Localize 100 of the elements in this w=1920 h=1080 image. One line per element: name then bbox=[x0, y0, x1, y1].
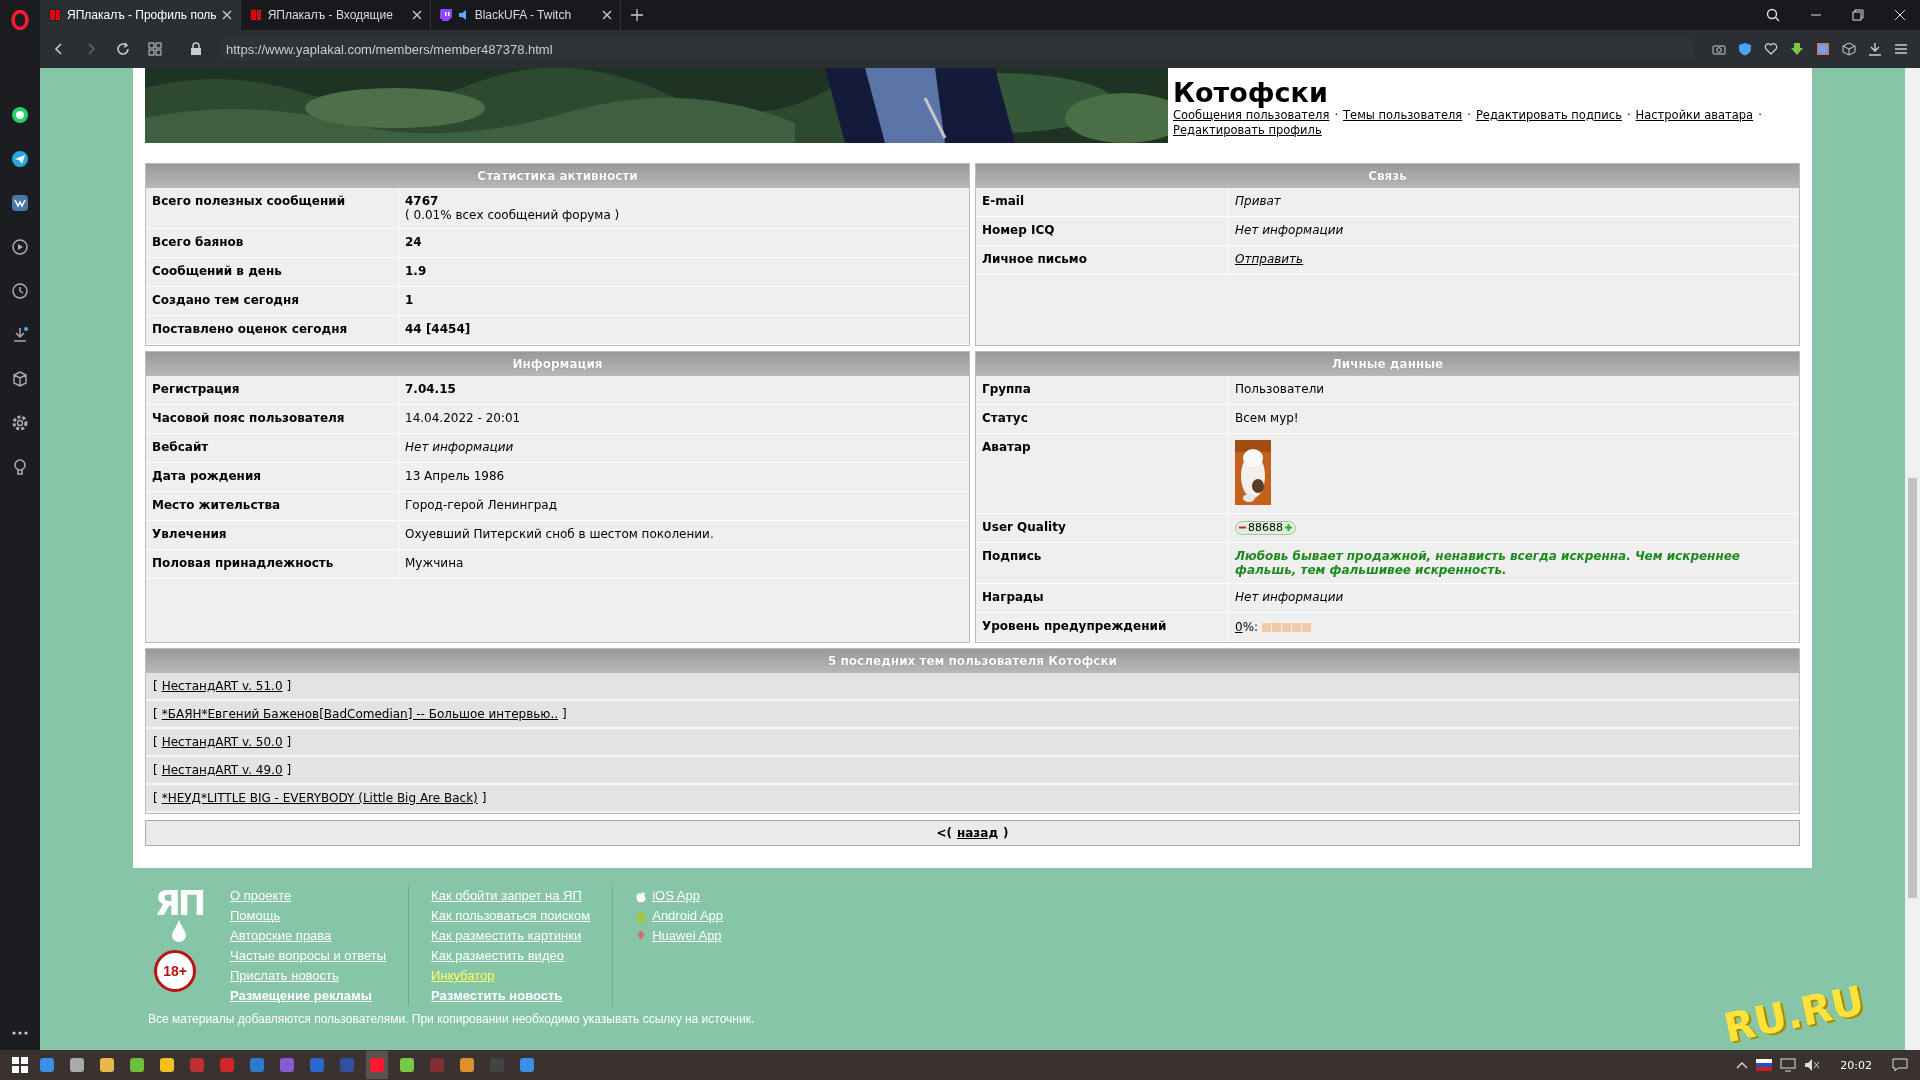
arrow-down-icon[interactable] bbox=[1790, 42, 1804, 56]
close-icon[interactable] bbox=[601, 10, 612, 20]
clock-icon[interactable] bbox=[11, 282, 29, 300]
profile-link[interactable]: Темы пользователя bbox=[1343, 108, 1463, 123]
app-icon bbox=[399, 1057, 415, 1073]
more-icon[interactable] bbox=[11, 1030, 29, 1036]
scrollbar[interactable] bbox=[1905, 68, 1920, 1050]
field-value: Нет информации bbox=[405, 440, 514, 454]
site-favicon-icon bbox=[248, 8, 263, 22]
bracket: [ bbox=[153, 790, 158, 806]
panel-header: Связь bbox=[976, 164, 1799, 188]
field-label: Регистрация bbox=[146, 376, 399, 404]
warning-meter bbox=[1262, 622, 1313, 632]
warning-level-link[interactable]: 0 bbox=[1235, 620, 1243, 634]
cube-icon[interactable] bbox=[11, 370, 29, 388]
lightbulb-icon[interactable] bbox=[11, 458, 29, 476]
field-value: 4767 bbox=[405, 194, 439, 208]
field-label: Статус bbox=[976, 405, 1229, 433]
vk-icon[interactable] bbox=[11, 194, 29, 212]
drop-icon bbox=[171, 920, 187, 942]
app-icon bbox=[99, 1057, 115, 1073]
reload-icon[interactable] bbox=[116, 42, 130, 56]
field-value: Охуевший Питерский сноб в шестом поколении. bbox=[405, 527, 714, 541]
camera-icon[interactable] bbox=[1712, 42, 1726, 56]
close-icon[interactable] bbox=[221, 10, 232, 20]
field-label: Подпись bbox=[976, 543, 1229, 583]
separator: · bbox=[1334, 108, 1339, 123]
panel-header: 5 последних тем пользователя Котофски bbox=[146, 649, 1799, 673]
field-label: Всего баянов bbox=[146, 229, 399, 257]
network-icon[interactable] bbox=[1780, 1058, 1797, 1072]
topic-link[interactable]: НестандART v. 49.0 bbox=[161, 762, 283, 778]
download-icon[interactable] bbox=[1868, 42, 1882, 56]
muted-speaker-icon[interactable] bbox=[1804, 1058, 1821, 1072]
field-label: Сообщений в день bbox=[146, 258, 399, 286]
field-value: 44 [4454] bbox=[405, 322, 471, 336]
windows-start-icon[interactable] bbox=[12, 1057, 28, 1073]
browser-tab[interactable]: ЯПлакалъ - Профиль поль bbox=[40, 0, 241, 30]
field-value: 13 Апрель 1986 bbox=[405, 469, 505, 483]
field-label: Уровень предупреждений bbox=[976, 613, 1229, 641]
notification-icon[interactable] bbox=[1892, 1058, 1908, 1072]
field-value: Приват bbox=[1235, 194, 1281, 208]
topic-link[interactable]: НестандART v. 50.0 bbox=[161, 734, 283, 750]
robot-icon bbox=[635, 909, 648, 923]
minus-icon[interactable] bbox=[1239, 524, 1246, 531]
field-value: Всем мур! bbox=[1235, 411, 1299, 425]
chat-bubble-icon[interactable] bbox=[11, 106, 29, 124]
percent-sign: %: bbox=[1242, 620, 1259, 634]
bracket: ) bbox=[1003, 826, 1009, 840]
profile-name: Котофски bbox=[1173, 78, 1329, 108]
field-label: Создано тем сегодня bbox=[146, 287, 399, 315]
back-link[interactable]: назад bbox=[956, 826, 999, 840]
topic-link[interactable]: *НЕУД*LITTLE BIG - EVERYBODY (Little Big Are Back) bbox=[161, 790, 478, 806]
bracket: ] bbox=[481, 790, 487, 806]
topic-link[interactable]: *БАЯН*Евгений Баженов[BadComedian] -- Большое интервью.. bbox=[161, 706, 559, 722]
clock[interactable]: 20:02 bbox=[1840, 1058, 1872, 1072]
profile-link[interactable]: Сообщения пользователя bbox=[1173, 108, 1330, 123]
field-label: Место жительства bbox=[146, 492, 399, 520]
field-label: Награды bbox=[976, 584, 1229, 612]
play-circle-icon[interactable] bbox=[11, 238, 29, 256]
profile-link[interactable]: Настройки аватара bbox=[1635, 108, 1754, 123]
language-flag-icon[interactable] bbox=[1756, 1059, 1773, 1071]
chevron-up-icon[interactable] bbox=[1736, 1061, 1749, 1069]
cube-icon[interactable] bbox=[1842, 42, 1856, 56]
profile-link[interactable]: Редактировать подпись bbox=[1475, 108, 1622, 123]
app-icon bbox=[39, 1057, 55, 1073]
app-icon bbox=[69, 1057, 85, 1073]
app-icon bbox=[519, 1057, 535, 1073]
separator: · bbox=[1758, 108, 1762, 123]
bracket: ] bbox=[286, 734, 292, 750]
download-icon[interactable] bbox=[11, 326, 29, 344]
bracket: [ bbox=[153, 734, 158, 750]
search-icon[interactable] bbox=[1766, 8, 1780, 22]
new-tab-icon[interactable] bbox=[630, 9, 643, 21]
field-label: E-mail bbox=[976, 188, 1229, 216]
app-icon bbox=[129, 1057, 145, 1073]
close-icon[interactable] bbox=[1894, 9, 1906, 21]
profile-link[interactable]: Редактировать профиль bbox=[1173, 123, 1322, 138]
field-value: 1 bbox=[405, 293, 414, 307]
paper-plane-icon[interactable] bbox=[11, 150, 29, 168]
settings-icon[interactable] bbox=[11, 414, 29, 432]
restore-icon[interactable] bbox=[1852, 9, 1864, 21]
twitch-favicon-icon bbox=[438, 8, 453, 22]
field-label: Номер ICQ bbox=[976, 217, 1229, 245]
field-label: Половая принадлежность bbox=[146, 550, 399, 578]
menu-icon[interactable] bbox=[1894, 42, 1908, 56]
field-value: 7.04.15 bbox=[405, 382, 456, 396]
topic-link[interactable]: НестандART v. 51.0 bbox=[161, 678, 283, 694]
bracket: [ bbox=[153, 706, 158, 722]
field-value: 1.9 bbox=[405, 264, 427, 278]
grid-icon[interactable] bbox=[148, 42, 162, 56]
close-icon[interactable] bbox=[411, 10, 422, 20]
send-link[interactable]: Отправить bbox=[1235, 252, 1304, 266]
opera-logo-icon[interactable] bbox=[11, 10, 29, 30]
lock-icon bbox=[190, 42, 202, 56]
signature-text: Любовь бывает продажной, ненависть всегда искренна. Чем искреннее фальшь, тем фальшивее искренность. bbox=[1235, 549, 1740, 577]
app-icon bbox=[249, 1057, 265, 1073]
panel-header: Информация bbox=[146, 352, 969, 376]
scrollbar-thumb[interactable] bbox=[1908, 478, 1917, 898]
shield-icon[interactable] bbox=[1738, 42, 1752, 56]
heart-icon[interactable] bbox=[1764, 42, 1778, 56]
